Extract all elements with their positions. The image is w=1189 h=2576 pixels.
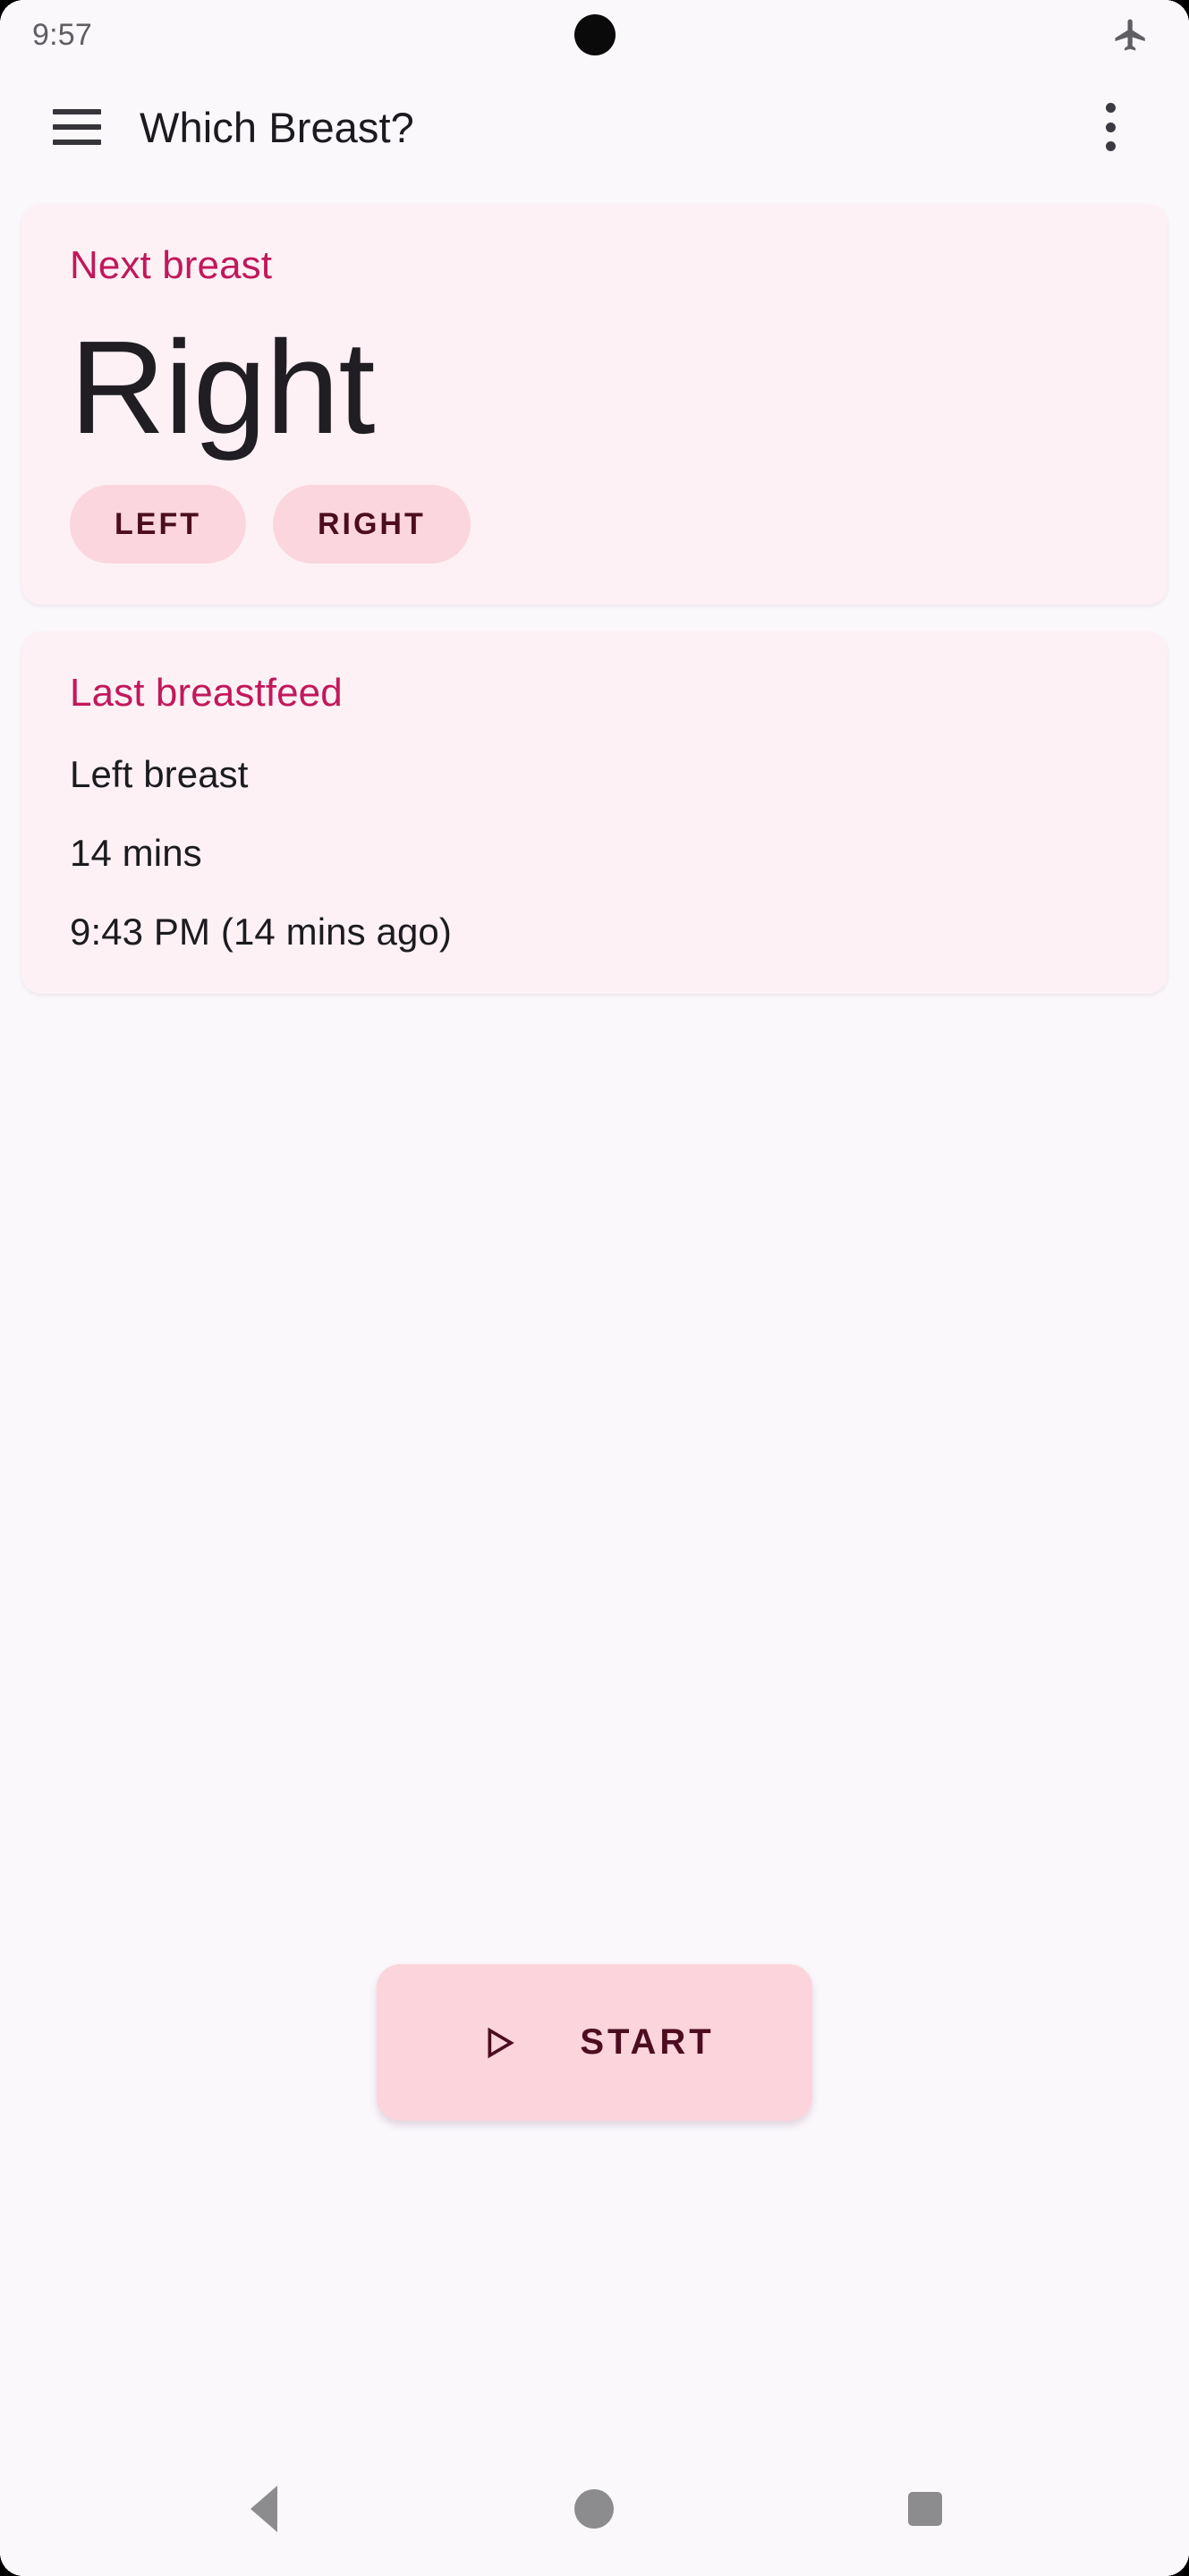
last-breastfeed-card: Last breastfeed Left breast 14 mins 9:43…: [21, 631, 1168, 995]
last-breastfeed-time: 9:43 PM (14 mins ago): [70, 911, 452, 953]
more-vert-icon: [1105, 103, 1116, 151]
home-icon: [574, 2489, 615, 2529]
app-bar: Which Breast?: [0, 70, 1189, 184]
nav-recents-button[interactable]: [871, 2460, 979, 2558]
next-breast-value: Right: [70, 313, 376, 462]
status-bar: 9:57: [0, 0, 1189, 70]
page-title: Which Breast?: [140, 103, 414, 151]
last-breastfeed-duration: 14 mins: [70, 831, 202, 874]
breast-selection-chips: LEFT RIGHT: [70, 485, 1119, 564]
start-button-label: START: [580, 2022, 715, 2062]
select-left-button[interactable]: LEFT: [70, 485, 246, 564]
punch-hole-camera: [573, 14, 616, 55]
recents-icon: [908, 2492, 943, 2526]
play-arrow-icon: [474, 2018, 521, 2068]
navigation-drawer-button[interactable]: [34, 84, 120, 170]
next-breast-title: Next breast: [70, 243, 273, 287]
select-right-button[interactable]: RIGHT: [272, 485, 471, 564]
hamburger-menu-icon: [53, 109, 101, 145]
start-button[interactable]: START: [377, 1964, 812, 2121]
android-navigation-bar: [0, 2442, 1189, 2576]
start-button-container: START: [0, 1964, 1189, 2121]
last-breastfeed-side: Left breast: [70, 752, 249, 795]
airplane-mode-icon: [1112, 16, 1150, 54]
overflow-menu-button[interactable]: [1067, 84, 1153, 170]
nav-home-button[interactable]: [540, 2460, 648, 2558]
main-content: Next breast Right LEFT RIGHT Last breast…: [0, 184, 1189, 2442]
next-breast-card: Next breast Right LEFT RIGHT: [21, 204, 1168, 606]
nav-back-button[interactable]: [210, 2460, 318, 2558]
last-breastfeed-title: Last breastfeed: [70, 671, 343, 716]
back-icon: [250, 2486, 277, 2532]
status-bar-clock: 9:57: [32, 18, 92, 52]
phone-screen: 9:57 Which Breast? Next breast Right LEF…: [0, 0, 1189, 2576]
